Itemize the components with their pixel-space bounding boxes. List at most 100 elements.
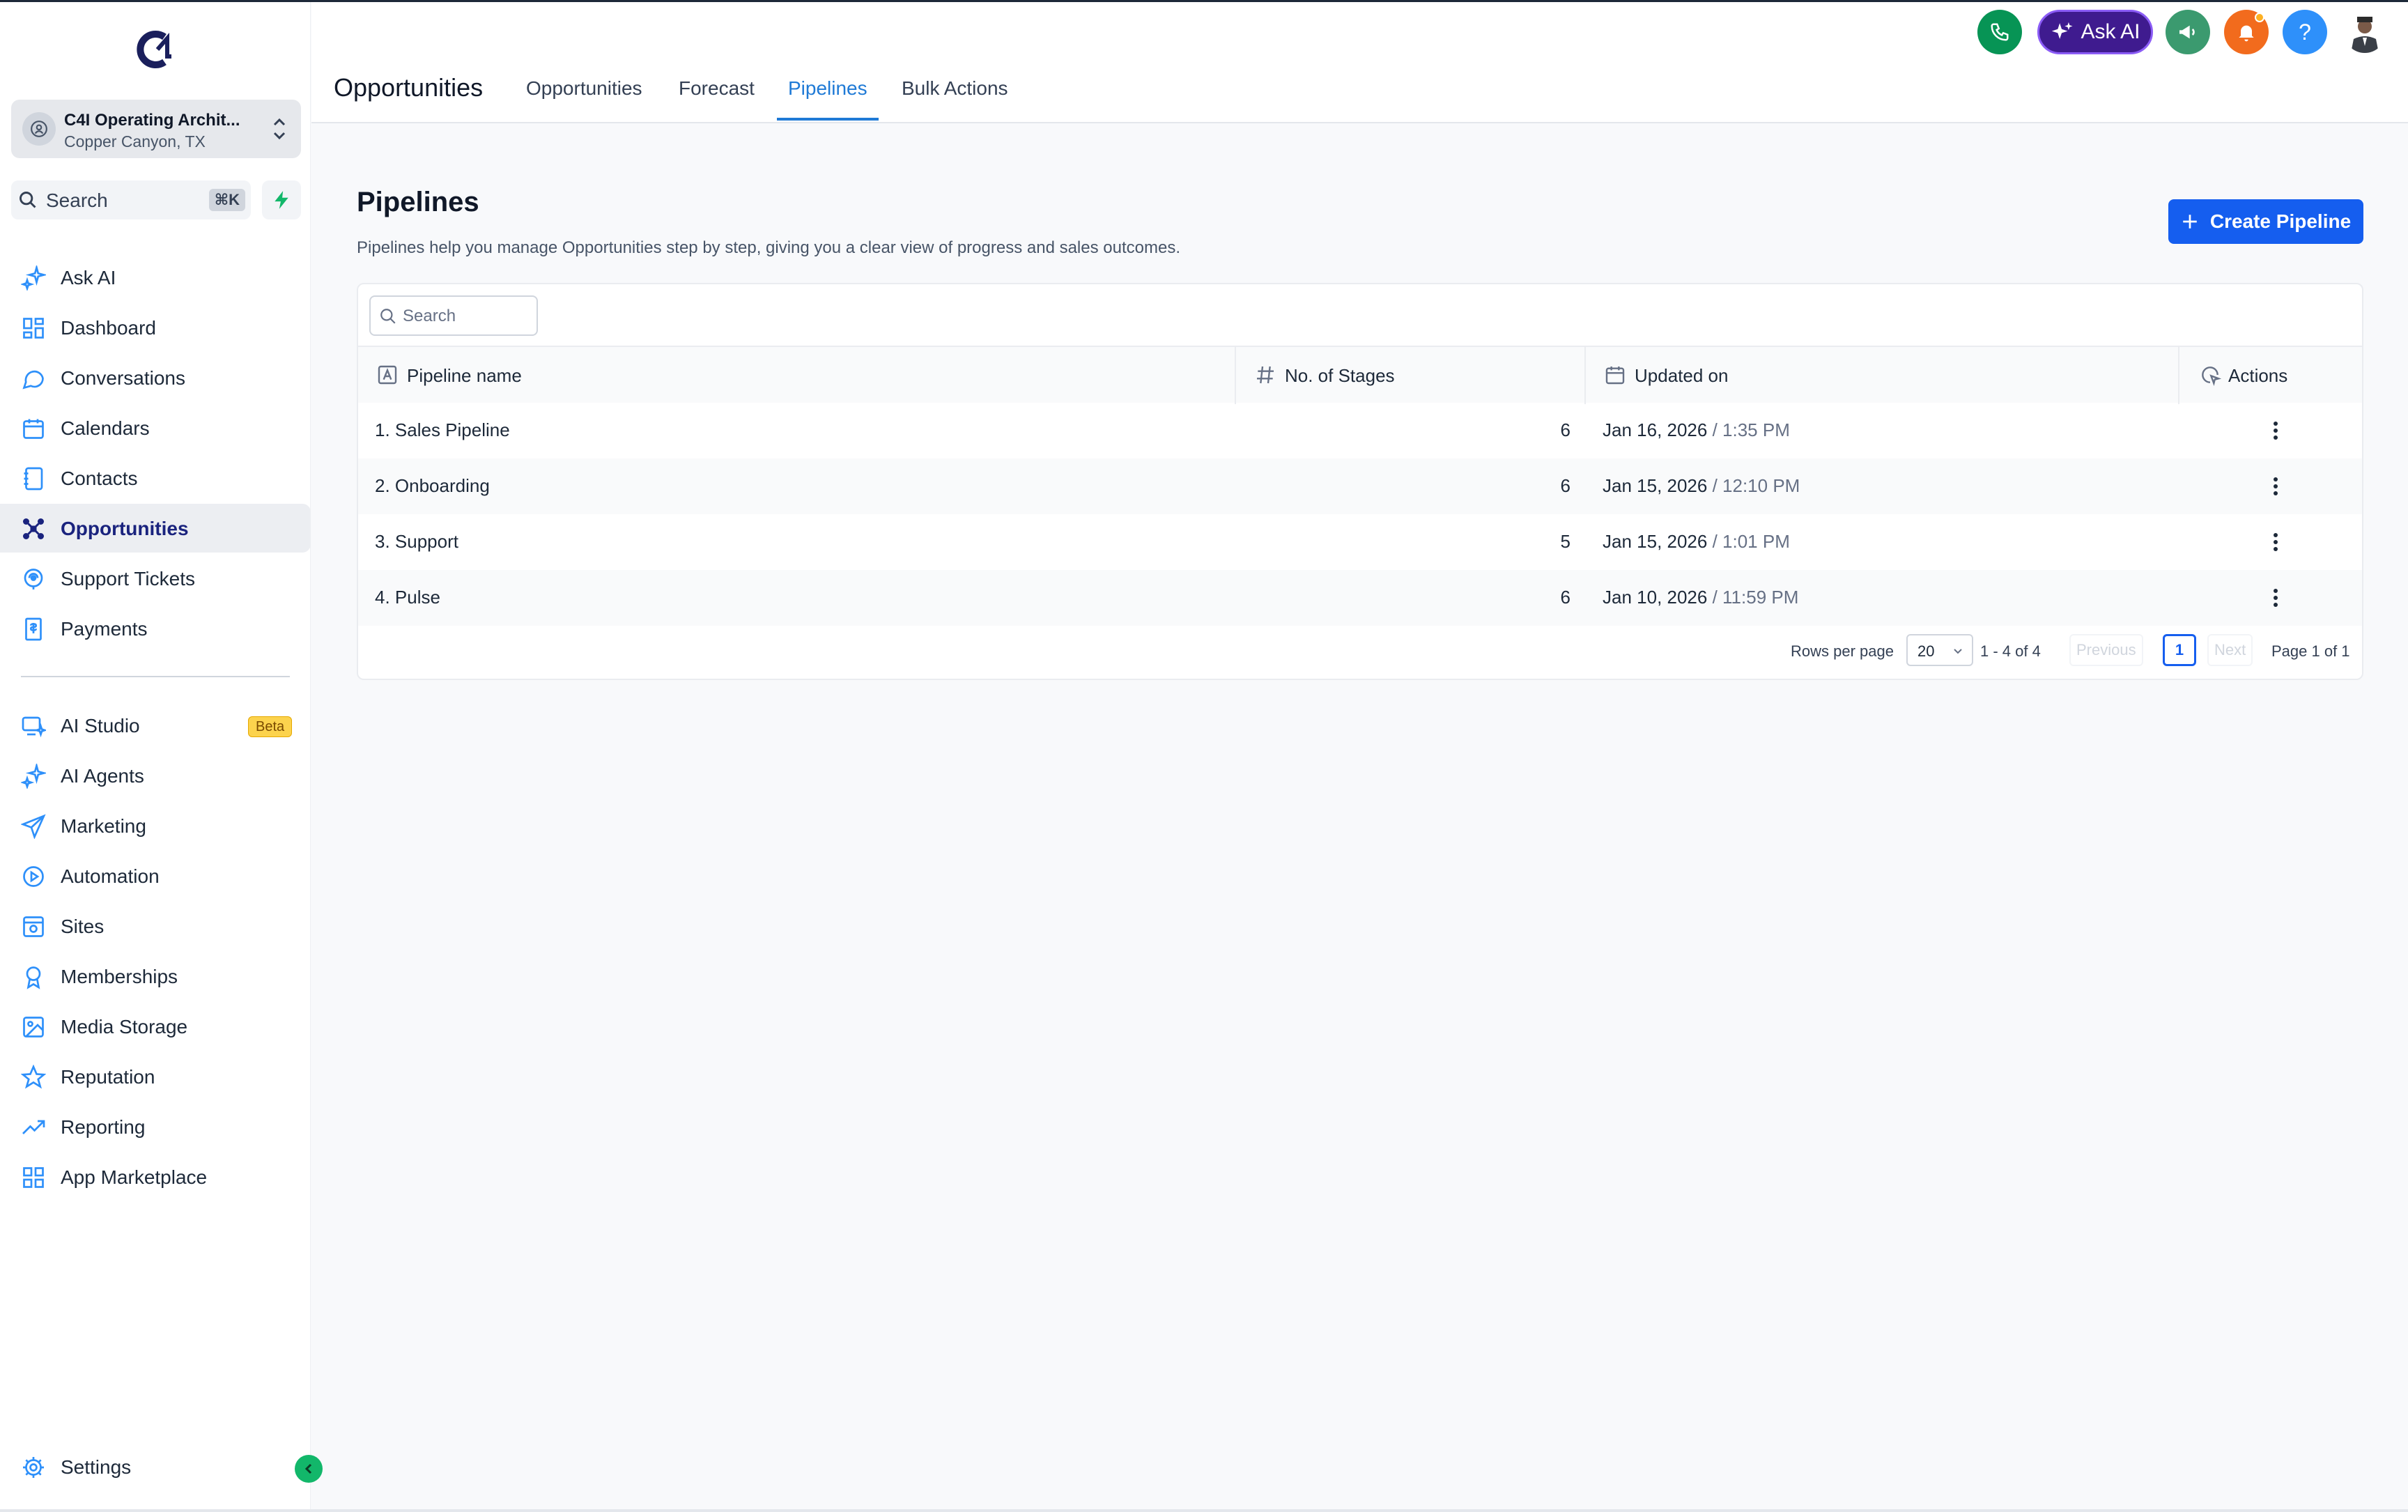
search-label: Search <box>46 190 108 211</box>
award-icon <box>21 964 46 989</box>
sidebar-search[interactable]: Search ⌘K <box>11 180 251 219</box>
updated-date: Jan 10, 2026 <box>1603 587 1708 608</box>
stage-count: 6 <box>1560 587 1570 608</box>
tab-pipelines[interactable]: Pipelines <box>788 77 867 100</box>
sidebar-item-memberships[interactable]: Memberships <box>0 952 311 1001</box>
sparkle-icon <box>20 762 48 790</box>
sidebar-item-dashboard[interactable]: Dashboard <box>0 303 311 352</box>
help-button[interactable]: ? <box>2283 10 2327 54</box>
pipeline-name[interactable]: 3. Support <box>375 531 458 553</box>
sidebar-item-marketing[interactable]: Marketing <box>0 801 311 850</box>
sidebar-item-label: Payments <box>61 618 148 640</box>
sidebar-item-label: Opportunities <box>61 518 189 539</box>
sidebar-item-ask-ai[interactable]: Ask AI <box>0 253 311 302</box>
play-circle-icon <box>21 864 46 889</box>
sidebar-item-conversations[interactable]: Conversations <box>0 353 311 402</box>
column-label: Actions <box>2228 365 2288 386</box>
sidebar-item-reporting[interactable]: Reporting <box>0 1102 311 1151</box>
sidebar-item-app-marketplace[interactable]: App Marketplace <box>0 1152 311 1201</box>
page-1-button[interactable]: 1 <box>2163 634 2196 666</box>
row-actions-button[interactable] <box>2264 417 2287 445</box>
company-logo[interactable] <box>137 29 176 70</box>
sidebar-item-label: Conversations <box>61 367 185 389</box>
star-icon <box>20 1064 47 1090</box>
updated-on: Jan 10, 2026 / 11:59 PM <box>1603 587 1799 608</box>
tab-opportunities[interactable]: Opportunities <box>526 77 642 100</box>
column-label: No. of Stages <box>1285 365 1395 386</box>
sidebar-item-label: Reputation <box>61 1066 155 1088</box>
sidebar-item-payments[interactable]: Payments <box>0 604 311 653</box>
rows-per-page-label: Rows per page <box>1791 642 1894 660</box>
announcements-button[interactable] <box>2166 10 2210 54</box>
sidebar-item-settings[interactable]: Settings <box>0 1442 311 1491</box>
stage-count: 6 <box>1560 475 1570 496</box>
sidebar-item-support-tickets[interactable]: Support Tickets <box>0 554 311 603</box>
sidebar-item-opportunities[interactable]: Opportunities <box>0 504 311 553</box>
pipeline-name[interactable]: 2. Onboarding <box>375 475 490 497</box>
table-row[interactable]: 1. Sales Pipeline 6 Jan 16, 2026 / 1:35 … <box>358 403 2362 458</box>
trend-up-icon <box>21 1115 46 1140</box>
more-vertical-icon <box>2274 533 2278 551</box>
ai-studio-icon <box>21 713 48 739</box>
more-vertical-icon <box>2274 589 2278 607</box>
sidebar-item-label: Support Tickets <box>61 568 195 589</box>
pagination: Rows per page 20 1 - 4 of 4 Previous 1 N… <box>358 623 2362 679</box>
calendar-icon <box>1604 364 1626 386</box>
quick-actions-button[interactable] <box>262 180 301 219</box>
bottom-border <box>0 1509 2408 1512</box>
row-actions-button[interactable] <box>2264 472 2287 500</box>
table-header: Pipeline name No. of Stages Updated on A… <box>358 346 2362 404</box>
phone-button[interactable] <box>1977 10 2022 54</box>
rows-per-page-select[interactable]: 20 <box>1906 634 1973 666</box>
sidebar-item-contacts[interactable]: Contacts <box>0 454 311 502</box>
stage-count: 5 <box>1560 531 1570 552</box>
location-switcher[interactable]: C4I Operating Archit... Copper Canyon, T… <box>11 100 301 158</box>
gear-icon <box>21 1455 46 1480</box>
column-stages[interactable]: No. of Stages <box>1236 347 1586 404</box>
bell-icon <box>2239 25 2254 42</box>
row-actions-button[interactable] <box>2264 528 2287 556</box>
sparkle-icon <box>2052 22 2074 39</box>
avatar[interactable] <box>2344 11 2386 53</box>
sidebar-item-reputation[interactable]: Reputation <box>0 1052 311 1101</box>
collapse-sidebar-button[interactable] <box>295 1455 323 1483</box>
notifications-button[interactable] <box>2224 10 2269 54</box>
pipeline-name[interactable]: 4. Pulse <box>375 587 440 608</box>
sidebar-item-label: AI Studio <box>61 715 140 736</box>
sidebar-item-ai-studio[interactable]: AI Studio Beta <box>0 701 311 750</box>
updated-date: Jan 15, 2026 <box>1603 531 1708 552</box>
table-row[interactable]: 4. Pulse 6 Jan 10, 2026 / 11:59 PM <box>358 570 2362 626</box>
hash-icon <box>1254 364 1276 386</box>
sidebar-item-label: Calendars <box>61 417 150 439</box>
cursor-click-icon <box>2199 364 2222 387</box>
table-search-input[interactable]: Search <box>369 295 538 336</box>
sidebar-item-label: AI Agents <box>61 765 144 787</box>
row-actions-button[interactable] <box>2264 584 2287 612</box>
previous-page-button[interactable]: Previous <box>2069 634 2143 666</box>
column-updated-on[interactable]: Updated on <box>1586 347 2179 404</box>
sidebar-item-automation[interactable]: Automation <box>0 851 311 900</box>
ask-ai-button[interactable]: Ask AI <box>2037 10 2153 54</box>
create-pipeline-button[interactable]: Create Pipeline <box>2168 199 2363 244</box>
dashboard-grid-icon <box>21 316 46 341</box>
tab-bulk-actions[interactable]: Bulk Actions <box>902 77 1008 100</box>
sidebar-item-ai-agents[interactable]: AI Agents <box>0 751 311 800</box>
table-row[interactable]: 3. Support 5 Jan 15, 2026 / 1:01 PM <box>358 514 2362 570</box>
sidebar-item-label: Settings <box>61 1456 132 1478</box>
stage-count: 6 <box>1560 419 1570 440</box>
sidebar-item-calendars[interactable]: Calendars <box>0 403 311 452</box>
chevron-left-icon <box>304 1463 312 1474</box>
page-section-title: Opportunities <box>334 73 484 102</box>
notification-dot <box>2255 13 2264 22</box>
table-row[interactable]: 2. Onboarding 6 Jan 15, 2026 / 12:10 PM <box>358 458 2362 514</box>
column-pipeline-name[interactable]: Pipeline name <box>358 347 1236 404</box>
rows-per-page-value: 20 <box>1917 642 1935 660</box>
sidebar-item-sites[interactable]: Sites <box>0 902 311 950</box>
next-page-button[interactable]: Next <box>2207 634 2253 666</box>
sidebar-item-label: Sites <box>61 916 105 937</box>
sidebar-item-media-storage[interactable]: Media Storage <box>0 1002 311 1051</box>
tab-forecast[interactable]: Forecast <box>679 77 755 100</box>
more-vertical-icon <box>2274 477 2278 495</box>
pipeline-name[interactable]: 1. Sales Pipeline <box>375 419 510 441</box>
beta-badge: Beta <box>248 716 293 737</box>
